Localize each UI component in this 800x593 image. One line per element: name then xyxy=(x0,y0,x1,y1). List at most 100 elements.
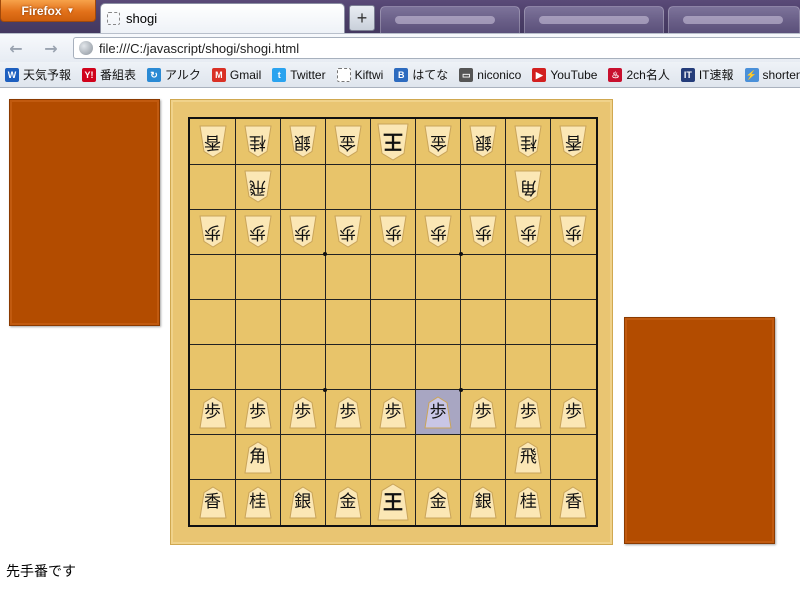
shogi-piece[interactable]: 王 xyxy=(377,483,409,521)
gote-piece-stand[interactable] xyxy=(9,99,160,326)
gmail-icon: M xyxy=(211,67,226,82)
shogi-piece[interactable]: 歩 xyxy=(379,396,407,429)
grid-line xyxy=(550,119,552,525)
shortener-icon: ⚡ xyxy=(744,67,759,82)
sente-piece-stand[interactable] xyxy=(624,317,775,544)
piece-kanji: 歩 xyxy=(474,401,492,422)
bookmark-item[interactable]: IT IT速報 xyxy=(676,66,740,83)
shogi-piece[interactable]: 銀 xyxy=(469,125,497,158)
tab-bar: Firefox ▼ shogi + xyxy=(0,0,800,33)
shogi-piece[interactable]: 銀 xyxy=(289,125,317,158)
shogi-piece[interactable]: 金 xyxy=(424,486,452,519)
shogi-piece[interactable]: 香 xyxy=(198,125,227,158)
shogi-piece[interactable]: 歩 xyxy=(424,215,452,248)
shogi-piece[interactable]: 金 xyxy=(334,486,362,519)
bookmark-label: Gmail xyxy=(229,67,262,82)
shogi-piece[interactable]: 角 xyxy=(244,441,272,474)
background-tab[interactable] xyxy=(668,6,800,33)
piece-kanji: 銀 xyxy=(294,132,312,153)
shogi-piece[interactable]: 桂 xyxy=(244,486,272,519)
shogi-piece[interactable]: 王 xyxy=(377,123,409,161)
piece-kanji: 歩 xyxy=(519,222,537,243)
shogi-piece[interactable]: 歩 xyxy=(379,215,407,248)
piece-kanji: 王 xyxy=(383,490,403,515)
piece-kanji: 歩 xyxy=(339,222,357,243)
shogi-piece[interactable]: 銀 xyxy=(469,486,497,519)
shogi-piece[interactable]: 歩 xyxy=(334,215,362,248)
piece-kanji: 香 xyxy=(564,491,582,512)
piece-kanji: 歩 xyxy=(249,222,267,243)
tab-shogi[interactable]: shogi xyxy=(100,3,345,33)
shogi-piece[interactable]: 香 xyxy=(559,486,588,519)
yahoo-icon: Y! xyxy=(82,67,97,82)
piece-kanji: 銀 xyxy=(474,491,492,512)
grid-line xyxy=(190,253,596,255)
shogi-piece[interactable]: 飛 xyxy=(514,441,542,474)
shogi-piece[interactable]: 歩 xyxy=(198,215,227,248)
shogi-piece[interactable]: 歩 xyxy=(198,396,227,429)
shogi-piece[interactable]: 香 xyxy=(559,125,588,158)
new-tab-button[interactable]: + xyxy=(349,5,375,31)
kiftwi-icon xyxy=(336,67,351,82)
shogi-piece[interactable]: 香 xyxy=(198,486,227,519)
url-bar[interactable]: file:///C:/javascript/shogi/shogi.html xyxy=(73,37,800,59)
tab-title: shogi xyxy=(126,11,158,26)
piece-kanji: 歩 xyxy=(204,222,222,243)
grid-line xyxy=(190,344,596,346)
shogi-piece[interactable]: 飛 xyxy=(244,170,272,203)
shogi-piece[interactable]: 歩 xyxy=(559,215,588,248)
bookmark-item[interactable]: B はてな xyxy=(389,66,454,83)
piece-kanji: 桂 xyxy=(249,132,267,153)
piece-kanji: 歩 xyxy=(519,401,537,422)
shogi-piece[interactable]: 歩 xyxy=(244,396,272,429)
shogi-piece[interactable]: 歩 xyxy=(469,396,497,429)
grid-line xyxy=(369,119,371,525)
shogi-piece[interactable]: 歩 xyxy=(424,396,452,429)
bookmark-item[interactable]: W 天気予報 xyxy=(0,66,77,83)
bookmark-item[interactable]: t Twitter xyxy=(267,67,331,82)
back-arrow-icon[interactable]: ← xyxy=(5,38,27,58)
shogi-piece[interactable]: 桂 xyxy=(514,486,542,519)
shogi-piece[interactable]: 歩 xyxy=(334,396,362,429)
shogi-piece[interactable]: 金 xyxy=(424,125,452,158)
grid-line xyxy=(415,119,417,525)
shogi-piece[interactable]: 金 xyxy=(334,125,362,158)
bookmark-item[interactable]: ♨ 2ch名人 xyxy=(603,66,675,83)
piece-kanji: 香 xyxy=(204,132,222,153)
bookmark-label: Twitter xyxy=(290,67,326,82)
piece-kanji: 銀 xyxy=(294,491,312,512)
star-point xyxy=(323,387,328,392)
shogi-piece[interactable]: 角 xyxy=(514,170,542,203)
bookmark-item[interactable]: ↻ アルク xyxy=(142,66,207,83)
grid-line xyxy=(190,479,596,481)
shogi-piece[interactable]: 歩 xyxy=(289,215,317,248)
piece-kanji: 金 xyxy=(429,491,447,512)
shogi-piece[interactable]: 桂 xyxy=(244,125,272,158)
shogi-piece[interactable]: 歩 xyxy=(469,215,497,248)
bookmark-label: はてな xyxy=(412,68,449,82)
bookmark-item[interactable]: ⚡shortenin xyxy=(740,67,800,82)
piece-kanji: 歩 xyxy=(429,401,447,422)
twitter-icon: t xyxy=(272,67,287,82)
shogi-piece[interactable]: 桂 xyxy=(514,125,542,158)
bookmark-item[interactable]: M Gmail xyxy=(207,67,267,82)
bookmark-item[interactable]: Kiftwi xyxy=(332,67,390,82)
background-tab[interactable] xyxy=(380,6,520,33)
shogi-piece[interactable]: 歩 xyxy=(289,396,317,429)
forward-arrow-icon[interactable]: → xyxy=(40,38,62,58)
shogi-piece[interactable]: 銀 xyxy=(289,486,317,519)
bookmark-item[interactable]: ▭ niconico xyxy=(454,67,527,82)
star-point xyxy=(458,252,463,257)
firefox-menu-button[interactable]: Firefox ▼ xyxy=(0,0,96,22)
shogi-piece[interactable]: 歩 xyxy=(244,215,272,248)
piece-kanji: 香 xyxy=(564,132,582,153)
chevron-down-icon: ▼ xyxy=(66,6,75,15)
bookmark-item[interactable]: Y! 番組表 xyxy=(77,66,142,83)
shogi-piece[interactable]: 歩 xyxy=(559,396,588,429)
piece-kanji: 歩 xyxy=(339,401,357,422)
background-tab[interactable] xyxy=(524,6,664,33)
bookmark-item[interactable]: ▶ YouTube xyxy=(527,67,603,82)
shogi-piece[interactable]: 歩 xyxy=(514,396,542,429)
shogi-piece[interactable]: 歩 xyxy=(514,215,542,248)
piece-kanji: 桂 xyxy=(519,491,537,512)
